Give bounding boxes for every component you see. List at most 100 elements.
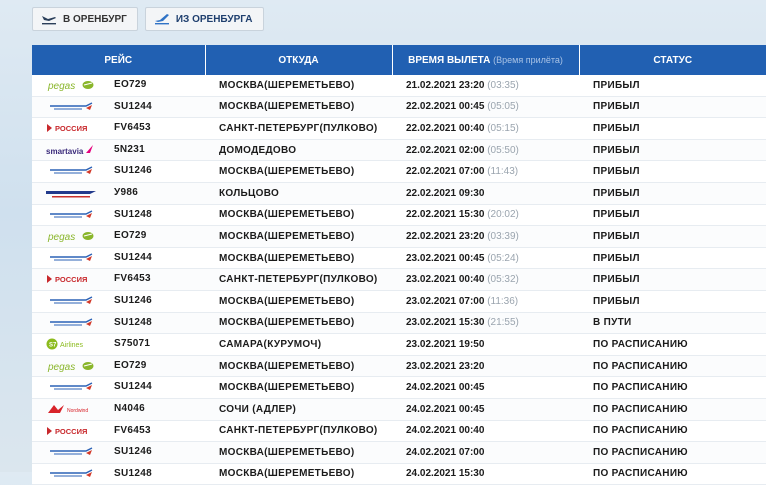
cell-departure-time: 22.02.2021 00:45 (05:05)	[392, 96, 579, 119]
departure-time-title: ВРЕМЯ ВЫЛЕТА	[408, 54, 491, 66]
cell-origin: СОЧИ (АДЛЕР)	[205, 398, 392, 421]
departure-time: 23.02.2021 15:30	[406, 317, 485, 329]
tab-arrivals-label: В ОРЕНБУРГ	[63, 13, 127, 25]
table-row[interactable]: SU1248 МОСКВА(ШЕРЕМЕТЬЕВО) 23.02.2021 15:3…	[32, 312, 766, 335]
departure-time: 23.02.2021 00:45	[406, 252, 485, 264]
cell-flight: SU1246	[32, 441, 205, 464]
flight-code: FV6453	[114, 424, 151, 436]
table-row[interactable]: РОССИЯ FV6453 САНКТ-ПЕТЕРБУРГ(ПУЛКОВО) 23.0…	[32, 268, 766, 291]
status-badge: ПРИБЫЛ	[579, 268, 766, 291]
cell-flight: pegas EO729	[32, 355, 205, 378]
cell-departure-time: 23.02.2021 19:50	[392, 333, 579, 356]
cell-departure-time: 23.02.2021 00:45 (05:24)	[392, 247, 579, 270]
column-header-from: ОТКУДА	[205, 45, 393, 75]
flight-code: SU1246	[114, 446, 152, 458]
table-row[interactable]: SU1246 МОСКВА(ШЕРЕМЕТЬЕВО) 22.02.2021 07:0…	[32, 160, 766, 183]
flight-code: FV6453	[114, 122, 151, 134]
cell-departure-time: 24.02.2021 00:45	[392, 398, 579, 421]
table-row[interactable]: SU1246 МОСКВА(ШЕРЕМЕТЬЕВО) 23.02.2021 07:0…	[32, 290, 766, 313]
flight-code: SU1244	[114, 251, 152, 263]
cell-departure-time: 22.02.2021 15:30 (20:02)	[392, 204, 579, 227]
cell-origin: МОСКВА(ШЕРЕМЕТЬЕВО)	[205, 290, 392, 313]
departure-time: 23.02.2021 00:40	[406, 274, 485, 286]
table-row[interactable]: SU1244 МОСКВА(ШЕРЕМЕТЬЕВО) 24.02.2021 00:4…	[32, 376, 766, 399]
cell-flight: pegas EO729	[32, 75, 205, 97]
s7-text: Airlines	[60, 342, 83, 349]
pegas-text: pegas	[47, 362, 75, 373]
tab-departures[interactable]: ИЗ ОРЕНБУРГА	[144, 7, 264, 31]
smartavia-text: smartavia	[46, 147, 84, 156]
cell-flight: SU1244	[32, 96, 205, 119]
table-row[interactable]: SU1244 МОСКВА(ШЕРЕМЕТЬЕВО) 23.02.2021 00:4…	[32, 247, 766, 270]
cell-departure-time: 23.02.2021 15:30 (21:55)	[392, 312, 579, 335]
cell-flight: S7 Airlines S75071	[32, 333, 205, 356]
departure-time: 23.02.2021 23:20	[406, 360, 485, 372]
table-row[interactable]: pegas EO729 МОСКВА(ШЕРЕМЕТЬЕВО) 21.02.2021 …	[32, 75, 766, 97]
tab-arrivals[interactable]: В ОРЕНБУРГ	[32, 7, 138, 31]
table-row[interactable]: SU1248 МОСКВА(ШЕРЕМЕТЬЕВО) 22.02.2021 15:3…	[32, 204, 766, 227]
flight-code: SU1248	[114, 208, 152, 220]
flight-code: EO729	[114, 79, 147, 90]
departure-time: 24.02.2021 07:00	[406, 446, 485, 458]
cell-flight: Nordwind N4046	[32, 398, 205, 421]
arrival-time: (03:39)	[487, 230, 519, 242]
arrival-time: (21:55)	[487, 317, 519, 329]
flight-code: FV6453	[114, 273, 151, 285]
cell-flight: SU1246	[32, 160, 205, 183]
rossiya-text: РОССИЯ	[55, 124, 87, 133]
cell-origin: МОСКВА(ШЕРЕМЕТЬЕВО)	[205, 247, 392, 270]
table-row[interactable]: SU1246 МОСКВА(ШЕРЕМЕТЬЕВО) 24.02.2021 07:0…	[32, 441, 766, 464]
cell-origin: КОЛЬЦОВО	[205, 182, 392, 205]
status-badge: В ПУТИ	[579, 312, 766, 335]
table-row[interactable]: Nordwind N4046 СОЧИ (АДЛЕР) 24.02.2021 00:4…	[32, 398, 766, 421]
status-badge: ПО РАСПИСАНИЮ	[579, 420, 766, 443]
cell-origin: САНКТ-ПЕТЕРБУРГ(ПУЛКОВО)	[205, 117, 392, 140]
status-badge: ПРИБЫЛ	[579, 117, 766, 140]
table-row[interactable]: SU1248 МОСКВА(ШЕРЕМЕТЬЕВО) 24.02.2021 15:3…	[32, 463, 766, 485]
status-badge: ПРИБЫЛ	[579, 160, 766, 183]
plane-takeoff-icon	[154, 14, 169, 25]
cell-origin: МОСКВА(ШЕРЕМЕТЬЕВО)	[205, 75, 392, 97]
table-row[interactable]: pegas EO729 МОСКВА(ШЕРЕМЕТЬЕВО) 23.02.2021 …	[32, 355, 766, 378]
table-row[interactable]: pegas EO729 МОСКВА(ШЕРЕМЕТЬЕВО) 22.02.2021 …	[32, 225, 766, 248]
status-badge: ПО РАСПИСАНИЮ	[579, 441, 766, 464]
cell-flight: SU1246	[32, 290, 205, 313]
cell-flight: SU1248	[32, 312, 205, 335]
status-badge: ПРИБЫЛ	[579, 247, 766, 270]
tab-departures-label: ИЗ ОРЕНБУРГА	[175, 13, 253, 25]
cell-flight: SU1244	[32, 247, 205, 270]
arrival-time: (05:50)	[487, 144, 519, 156]
arrival-time: (05:32)	[487, 274, 519, 286]
table-row[interactable]: SU1244 МОСКВА(ШЕРЕМЕТЬЕВО) 22.02.2021 00:4…	[32, 96, 766, 119]
cell-flight: SU1248	[32, 204, 205, 227]
cell-origin: МОСКВА(ШЕРЕМЕТЬЕВО)	[205, 441, 392, 464]
table-row[interactable]: S7 Airlines S75071 САМАРА(КУРУМОЧ) 23.02.202…	[32, 333, 766, 356]
table-row[interactable]: РОССИЯ FV6453 САНКТ-ПЕТЕРБУРГ(ПУЛКОВО) 24.0…	[32, 420, 766, 443]
departure-time: 22.02.2021 09:30	[406, 187, 485, 199]
arrival-time: (11:36)	[487, 295, 519, 307]
status-badge: ПО РАСПИСАНИЮ	[579, 398, 766, 421]
table-row[interactable]: РОССИЯ FV6453 САНКТ-ПЕТЕРБУРГ(ПУЛКОВО) 22.0…	[32, 117, 766, 140]
departure-time: 23.02.2021 19:50	[406, 338, 485, 350]
arrival-time: (03:35)	[487, 79, 519, 91]
cell-flight: pegas EO729	[32, 225, 205, 248]
departure-time: 22.02.2021 23:20	[406, 230, 485, 242]
table-row[interactable]: smartavia 5N231 ДОМОДЕДОВО 22.02.2021 02:00…	[32, 139, 766, 162]
cell-departure-time: 22.02.2021 07:00 (11:43)	[392, 160, 579, 183]
arrival-time: (05:05)	[487, 101, 519, 113]
departure-time: 22.02.2021 15:30	[406, 209, 485, 221]
cell-departure-time: 22.02.2021 09:30	[392, 182, 579, 205]
status-badge: ПО РАСПИСАНИЮ	[579, 355, 766, 378]
flight-code: SU1248	[114, 467, 152, 479]
departure-time: 24.02.2021 00:40	[406, 425, 485, 437]
departure-time: 21.02.2021 23:20	[406, 79, 485, 91]
status-badge: ПРИБЫЛ	[579, 182, 766, 205]
cell-origin: САНКТ-ПЕТЕРБУРГ(ПУЛКОВО)	[205, 420, 392, 443]
flight-code: SU1244	[114, 381, 152, 393]
status-badge: ПРИБЫЛ	[579, 139, 766, 162]
table-row[interactable]: У986 КОЛЬЦОВО 22.02.2021 09:30 ПРИБЫЛ	[32, 182, 766, 205]
cell-departure-time: 21.02.2021 23:20 (03:35)	[392, 75, 579, 97]
cell-flight: РОССИЯ FV6453	[32, 268, 205, 291]
arrival-time: (05:24)	[487, 252, 519, 264]
column-header-departure-time: ВРЕМЯ ВЫЛЕТА (Время прилёта)	[392, 45, 580, 75]
